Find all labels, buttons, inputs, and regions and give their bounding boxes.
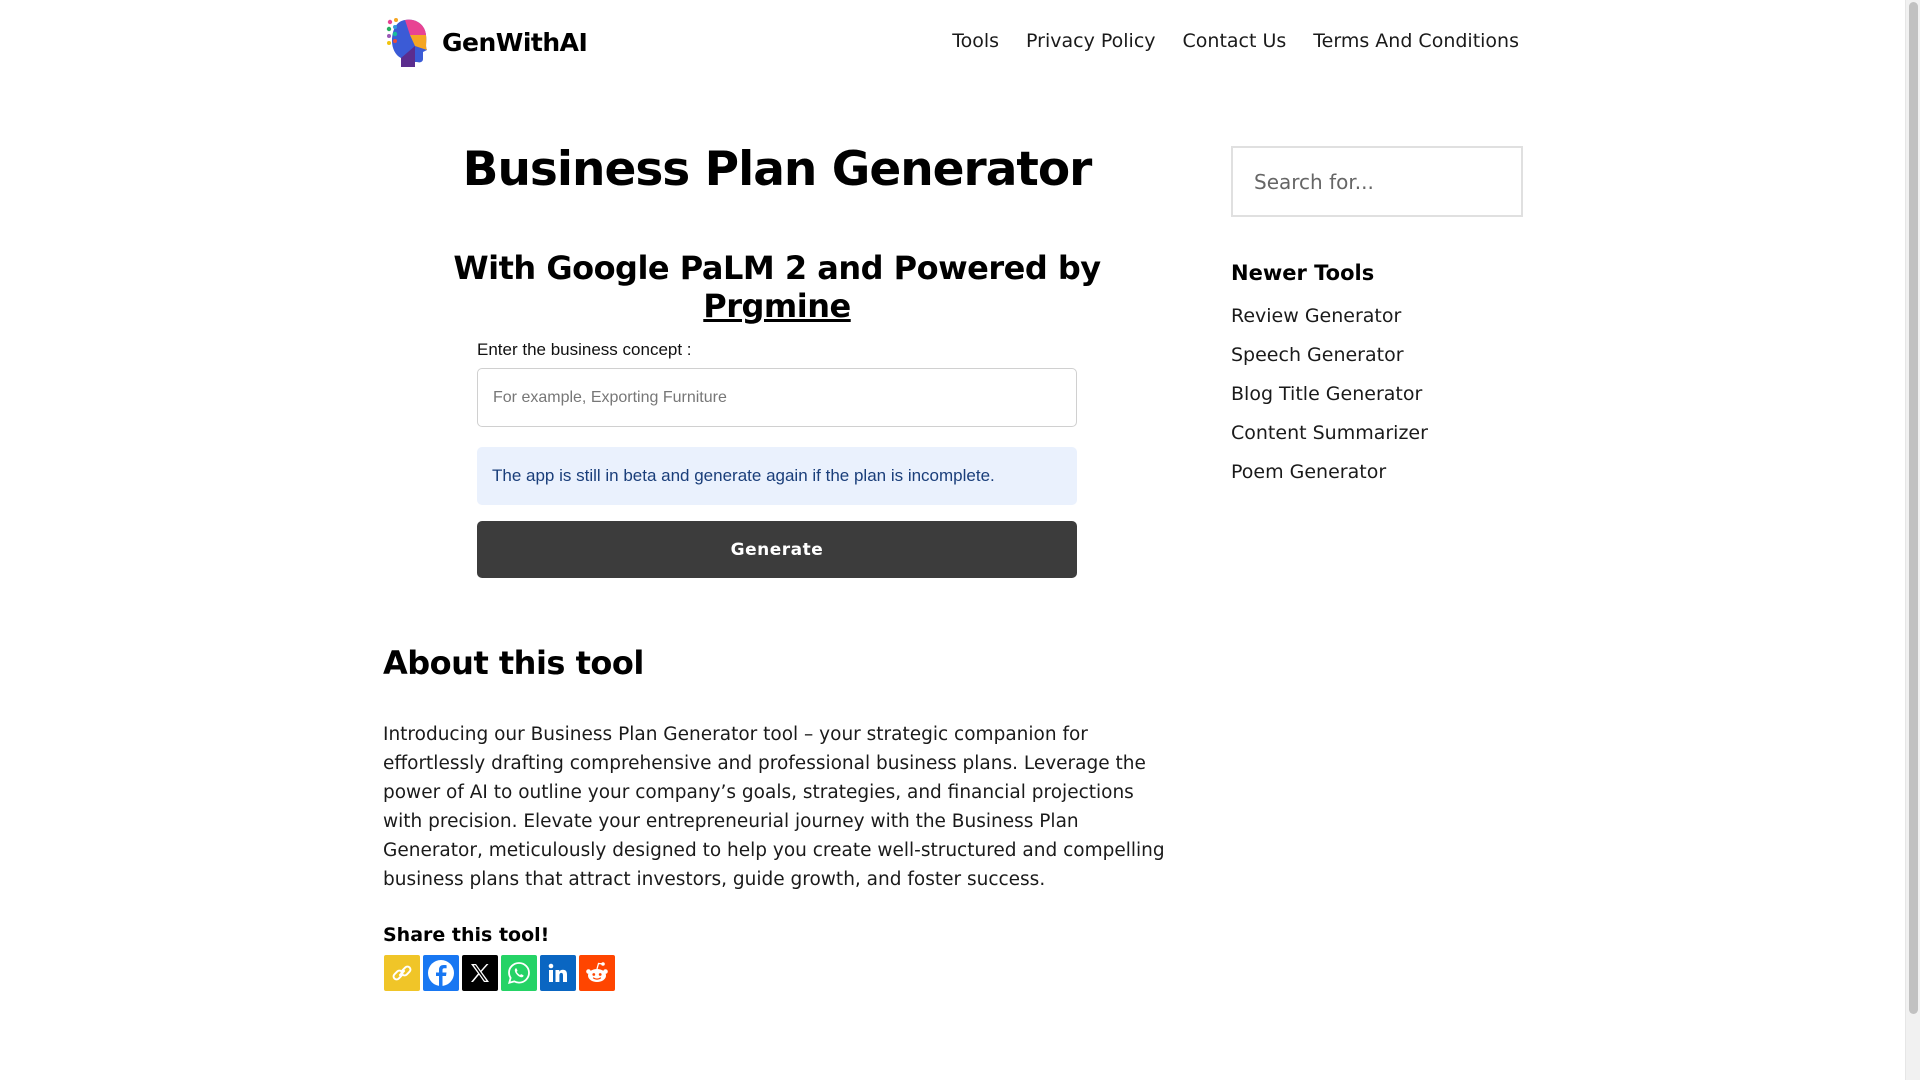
nav-privacy-policy[interactable]: Privacy Policy bbox=[1026, 30, 1155, 52]
tool-link-poem-generator[interactable]: Poem Generator bbox=[1231, 453, 1523, 492]
tool-link-content-summarizer[interactable]: Content Summarizer bbox=[1231, 414, 1523, 453]
generator-form: Enter the business concept : The app is … bbox=[477, 340, 1077, 578]
generate-button[interactable]: Generate bbox=[477, 521, 1077, 578]
scrollbar-thumb[interactable] bbox=[1909, 2, 1918, 1014]
linkedin-icon bbox=[548, 963, 567, 982]
site-logo[interactable]: GenWithAI bbox=[385, 16, 588, 68]
concept-label: Enter the business concept : bbox=[477, 340, 692, 359]
about-text: Introducing our Business Plan Generator … bbox=[383, 724, 1165, 890]
tool-link-review-generator[interactable]: Review Generator bbox=[1231, 297, 1523, 336]
reddit-icon bbox=[586, 962, 608, 982]
subtitle-text: With Google PaLM 2 and Powered by bbox=[453, 249, 1101, 287]
reddit-share-button[interactable] bbox=[579, 955, 615, 991]
nav-terms-and-conditions[interactable]: Terms And Conditions bbox=[1313, 30, 1519, 52]
newer-tools-heading: Newer Tools bbox=[1231, 261, 1375, 285]
page-title: Business Plan Generator bbox=[462, 142, 1093, 197]
sidebar: Newer Tools Review Generator Speech Gene… bbox=[1231, 146, 1523, 492]
main-content: Business Plan Generator With Google PaLM… bbox=[383, 140, 1171, 991]
about-heading: About this tool bbox=[383, 644, 644, 682]
nav-contact-us[interactable]: Contact Us bbox=[1183, 30, 1287, 52]
tool-link-speech-generator[interactable]: Speech Generator bbox=[1231, 336, 1523, 375]
brand-name[interactable]: GenWithAI bbox=[442, 28, 588, 57]
nav-tools[interactable]: Tools bbox=[952, 30, 999, 52]
business-concept-input[interactable] bbox=[477, 368, 1077, 427]
main-nav: Tools Privacy Policy Contact Us Terms An… bbox=[925, 30, 1519, 52]
page-subtitle: With Google PaLM 2 and Powered by Prgmin… bbox=[383, 249, 1171, 325]
search-box bbox=[1231, 146, 1523, 217]
search-input[interactable] bbox=[1254, 169, 1503, 194]
linkedin-share-button[interactable] bbox=[540, 955, 576, 991]
x-icon bbox=[471, 964, 489, 982]
copy-link-icon bbox=[392, 965, 412, 981]
whatsapp-icon bbox=[508, 962, 530, 984]
beta-notice: The app is still in beta and generate ag… bbox=[477, 447, 1077, 505]
x-share-button[interactable] bbox=[462, 955, 498, 991]
tool-link-blog-title-generator[interactable]: Blog Title Generator bbox=[1231, 375, 1523, 414]
facebook-icon bbox=[428, 960, 454, 986]
site-header: GenWithAI Tools Privacy Policy Contact U… bbox=[0, 0, 1920, 86]
share-heading: Share this tool! bbox=[383, 924, 550, 946]
prgmine-link[interactable]: Prgmine bbox=[703, 287, 851, 325]
share-buttons bbox=[384, 955, 615, 991]
copy-link-button[interactable] bbox=[384, 955, 420, 991]
facebook-share-button[interactable] bbox=[423, 955, 459, 991]
newer-tools-list: Review Generator Speech Generator Blog T… bbox=[1231, 297, 1523, 492]
page-scrollbar[interactable] bbox=[1905, 0, 1920, 1080]
whatsapp-share-button[interactable] bbox=[501, 955, 537, 991]
brain-head-logo-icon bbox=[386, 18, 427, 67]
